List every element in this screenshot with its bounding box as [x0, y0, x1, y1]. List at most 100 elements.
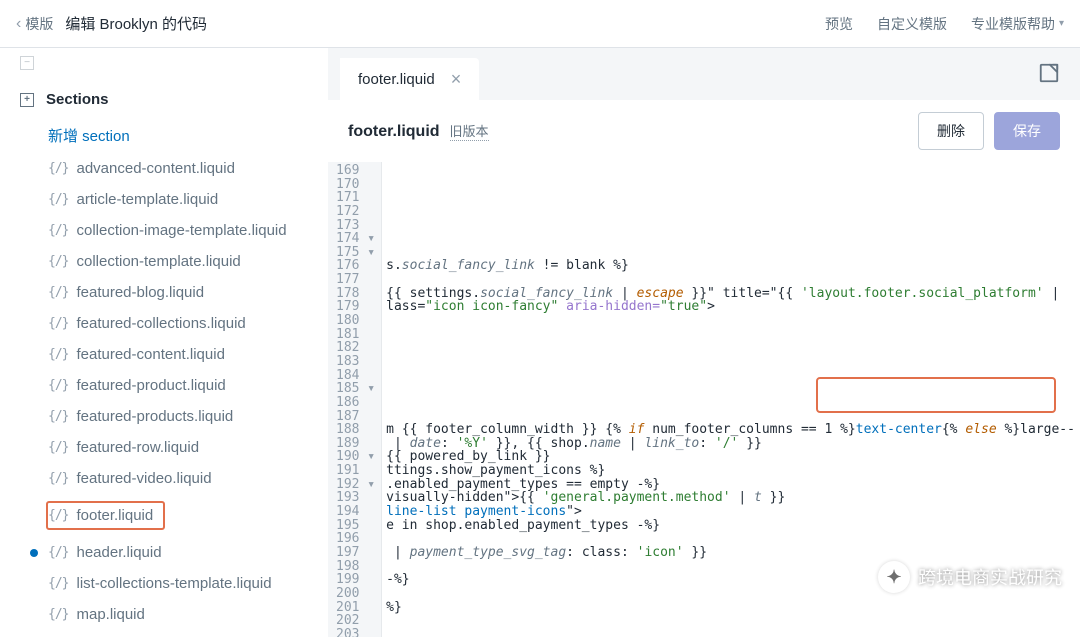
app-header: ‹ 模版 编辑 Brooklyn 的代码 预览 自定义模版 专业模版帮助 ▾: [0, 0, 1080, 48]
save-button[interactable]: 保存: [994, 112, 1060, 150]
back-label: 模版: [25, 14, 53, 34]
liquid-file-icon: {/}: [48, 347, 68, 362]
code-line: [386, 219, 1080, 233]
sidebar-group-sections[interactable]: Sections: [0, 81, 328, 118]
file-toolbar: footer.liquid 旧版本 删除 保存: [328, 100, 1080, 162]
filebar-left: footer.liquid 旧版本: [348, 121, 489, 141]
code-line: [386, 328, 1080, 342]
code-line: %}: [386, 601, 1080, 615]
sidebar-file[interactable]: {/} featured-row.liquid: [0, 432, 328, 463]
liquid-file-icon: {/}: [48, 223, 68, 238]
watermark-text: 跨境电商实战研究: [918, 564, 1062, 590]
tab-bar: footer.liquid ×: [328, 48, 1080, 100]
file-label: footer.liquid: [76, 507, 153, 524]
chevron-left-icon: ‹: [16, 15, 21, 33]
tab-footer[interactable]: footer.liquid ×: [340, 58, 479, 100]
liquid-file-icon: {/}: [48, 254, 68, 269]
sidebar-file[interactable]: {/} advanced-content.liquid: [0, 153, 328, 184]
file-label: featured-video.liquid: [76, 470, 211, 487]
code-line: [386, 246, 1080, 260]
file-label: featured-collections.liquid: [76, 315, 245, 332]
file-list: {/} advanced-content.liquid {/} article-tem…: [0, 153, 328, 630]
caret-down-icon: ▾: [1059, 18, 1064, 29]
fullscreen-icon[interactable]: [1038, 62, 1060, 84]
file-label: featured-content.liquid: [76, 346, 224, 363]
sidebar-file[interactable]: {/}collection-image-template.liquid: [0, 215, 328, 246]
collapse-icon: [20, 56, 34, 70]
old-version-link[interactable]: 旧版本: [450, 121, 489, 141]
code-line: e in shop.enabled_payment_types -%}: [386, 519, 1080, 533]
liquid-file-icon: {/}: [48, 192, 68, 207]
sidebar-file[interactable]: {/} featured-blog.liquid: [0, 277, 328, 308]
code-line: | payment_type_svg_tag: class: 'icon' }}: [386, 546, 1080, 560]
watermark: ✦ 跨境电商实战研究: [878, 561, 1062, 593]
file-label: list-collections-template.liquid: [76, 575, 271, 592]
liquid-file-icon: {/}: [48, 471, 68, 486]
liquid-file-icon: {/}: [48, 440, 68, 455]
code-line: lass="icon icon-fancy" aria-hidden="true…: [386, 300, 1080, 314]
header-right: 预览 自定义模版 专业模版帮助 ▾: [825, 14, 1064, 34]
code-line: visually-hidden">{{ 'general.payment.met…: [386, 491, 1080, 505]
sidebar-file[interactable]: {/} featured-video.liquid: [0, 463, 328, 494]
liquid-file-icon: {/}: [48, 161, 68, 176]
file-label: featured-blog.liquid: [76, 284, 204, 301]
liquid-file-icon: {/}: [48, 285, 68, 300]
filebar-right: 删除 保存: [918, 112, 1060, 150]
back-link[interactable]: ‹ 模版: [16, 14, 53, 34]
file-label: collection-template.liquid: [76, 253, 240, 270]
editor-panel: footer.liquid × footer.liquid 旧版本 删除 保存: [328, 48, 1080, 637]
code-line: [386, 232, 1080, 246]
close-icon[interactable]: ×: [451, 70, 462, 88]
main: x Sections 新增 section {/} advanced-conten…: [0, 48, 1080, 637]
filename-label: footer.liquid: [348, 123, 440, 141]
sidebar-file[interactable]: {/} header.liquid: [0, 537, 328, 568]
code-line: [386, 628, 1080, 637]
sidebar-file[interactable]: {/} featured-collections.liquid: [0, 308, 328, 339]
tab-label: footer.liquid: [358, 71, 435, 88]
liquid-file-icon: {/}: [48, 545, 68, 560]
sidebar-file[interactable]: {/}featured-product.liquid: [0, 370, 328, 401]
code-line: [386, 614, 1080, 628]
sidebar-file[interactable]: {/} map.liquid: [0, 599, 328, 630]
sidebar-file[interactable]: {/}list-collections-template.liquid: [0, 568, 328, 599]
file-label: map.liquid: [76, 606, 144, 623]
file-label: advanced-content.liquid: [76, 160, 234, 177]
code-line: line-list payment-icons">: [386, 505, 1080, 519]
code-line: .enabled_payment_types == empty -%}: [386, 478, 1080, 492]
expand-icon: [20, 93, 34, 107]
code-line: [386, 314, 1080, 328]
page-title: 编辑 Brooklyn 的代码: [65, 13, 207, 34]
sidebar-file[interactable]: {/} featured-content.liquid: [0, 339, 328, 370]
liquid-file-icon: {/}: [48, 508, 68, 523]
code-line: | date: '%Y' }}, {{ shop.name | link_to:…: [386, 437, 1080, 464]
liquid-file-icon: {/}: [48, 607, 68, 622]
file-sidebar: x Sections 新增 section {/} advanced-conten…: [0, 48, 328, 637]
code-line: m {{ footer_column_width }} {% if num_fo…: [386, 423, 1080, 437]
file-label: featured-product.liquid: [76, 377, 225, 394]
modified-dot-icon: [30, 549, 38, 557]
header-left: ‹ 模版 编辑 Brooklyn 的代码: [16, 13, 207, 34]
file-label: article-template.liquid: [76, 191, 218, 208]
preview-link[interactable]: 预览: [825, 14, 853, 34]
add-section-link[interactable]: 新增 section: [0, 118, 328, 153]
file-label: featured-row.liquid: [76, 439, 199, 456]
code-line: [386, 532, 1080, 546]
customize-link[interactable]: 自定义模版: [877, 14, 947, 34]
code-line: s.social_fancy_link != blank %}: [386, 259, 1080, 273]
code-line: [386, 355, 1080, 369]
sidebar-file[interactable]: {/} collection-template.liquid: [0, 246, 328, 277]
sidebar-file[interactable]: {/}featured-products.liquid: [0, 401, 328, 432]
code-line: [386, 341, 1080, 355]
help-label: 专业模版帮助: [971, 14, 1055, 34]
sidebar-group-collapsed[interactable]: x: [0, 52, 328, 81]
delete-button[interactable]: 删除: [918, 112, 984, 150]
sidebar-file[interactable]: {/} footer.liquid: [0, 494, 328, 537]
liquid-file-icon: {/}: [48, 316, 68, 331]
wechat-icon: ✦: [878, 561, 910, 593]
sidebar-file[interactable]: {/} article-template.liquid: [0, 184, 328, 215]
code-line: [386, 205, 1080, 219]
code-line: {{ settings.social_fancy_link | escape }…: [386, 287, 1080, 301]
help-dropdown[interactable]: 专业模版帮助 ▾: [971, 14, 1064, 34]
highlight-annotation: [816, 377, 1056, 413]
file-label: header.liquid: [76, 544, 161, 561]
